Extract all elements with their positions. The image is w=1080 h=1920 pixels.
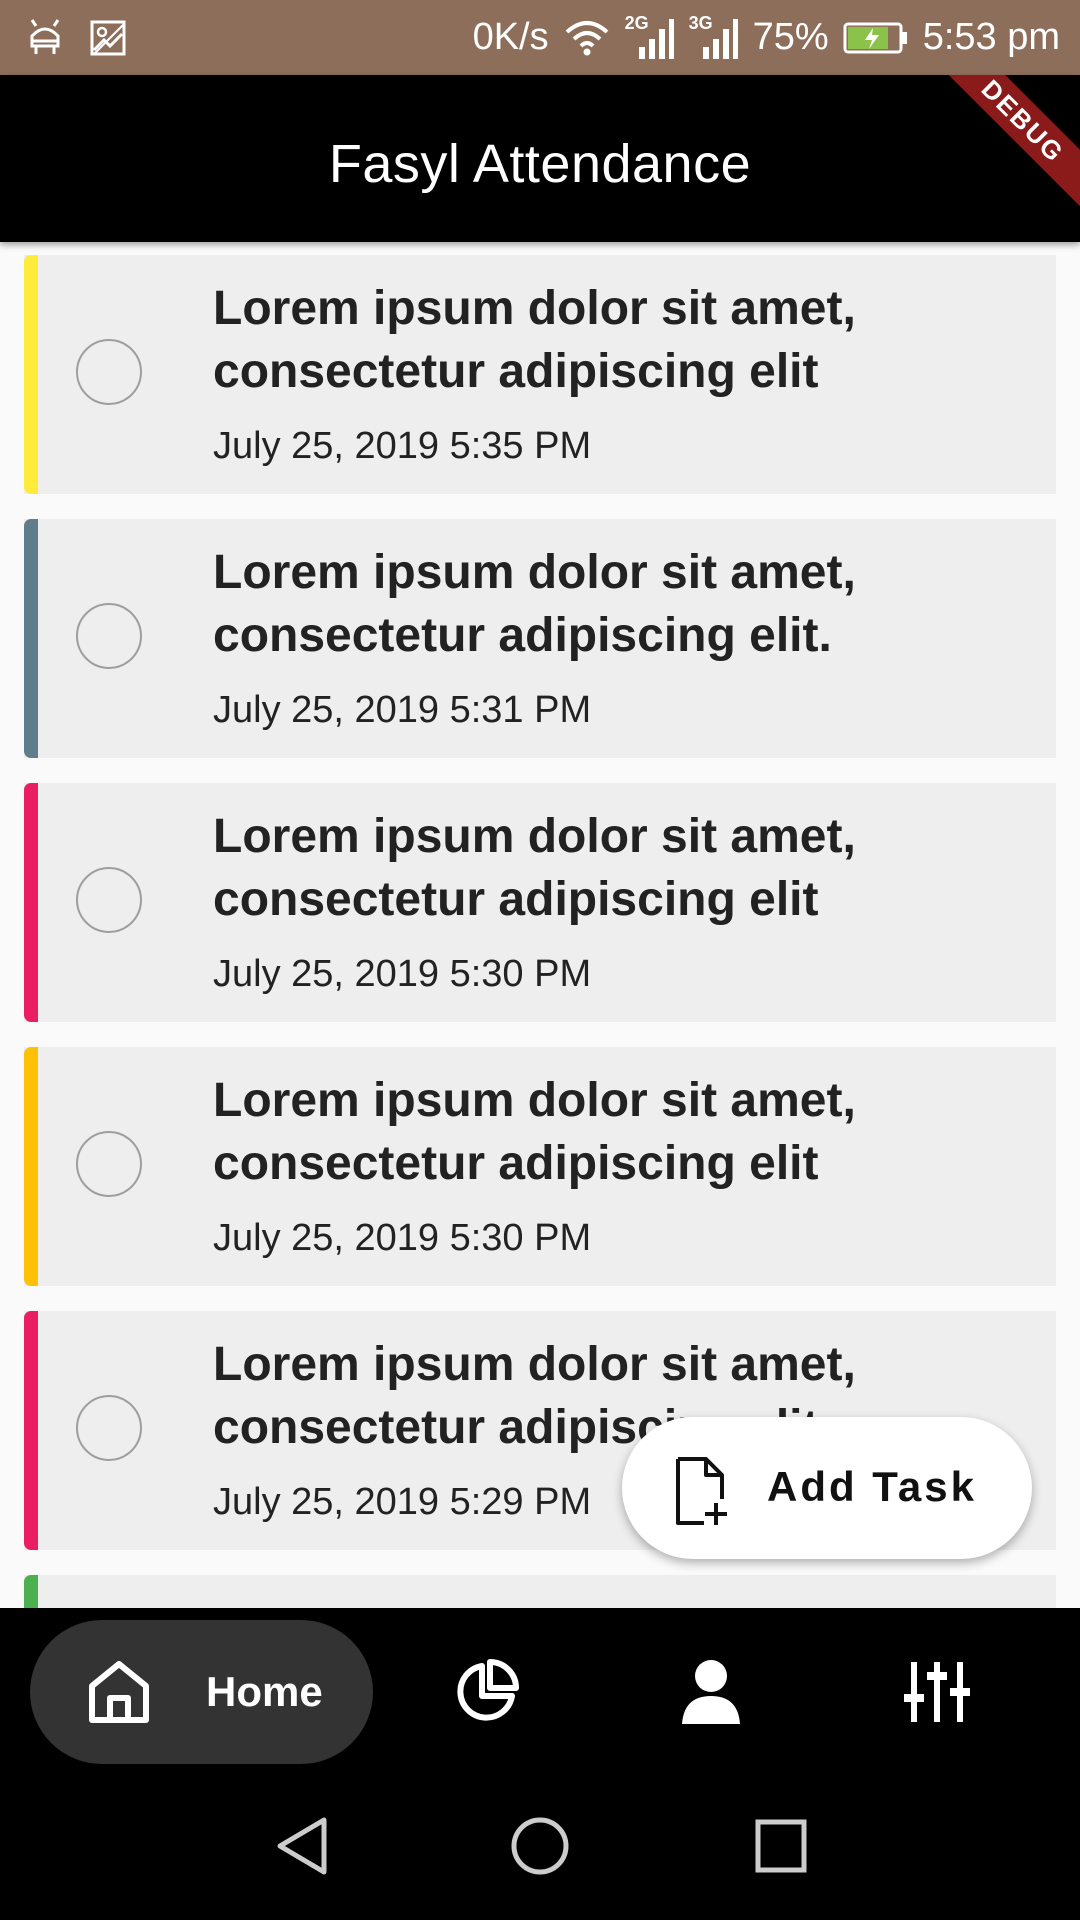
task-card[interactable]: Lorem ipsum dolor sit amet, consectetur … [24,783,1056,1022]
recents-icon[interactable] [754,1816,808,1876]
nav-home-label: Home [206,1668,323,1715]
task-color-accent [24,1311,38,1550]
android-icon [30,19,60,54]
signal-icon [638,18,674,59]
task-card[interactable]: Lorem ipsum dolor sit amet, consectetur … [24,1575,1056,1608]
image-icon [90,20,126,56]
task-title: Lorem ipsum dolor sit amet, consectetur … [213,282,856,398]
sliders-icon [904,1662,970,1722]
task-card[interactable]: Lorem ipsum dolor sit amet, consectetur … [24,1047,1056,1286]
task-complete-checkbox[interactable] [76,603,142,669]
status-left-icons [26,18,126,58]
nav-stats[interactable] [452,1658,520,1731]
task-complete-checkbox[interactable] [76,867,142,933]
app-title: Fasyl Attendance [328,133,752,194]
add-task-label: Add Task [767,1463,977,1510]
signal-icon [702,18,738,59]
task-date: July 25, 2019 5:30 PM [213,953,592,995]
debug-banner: DEBUG [927,75,1080,217]
signal-2g: 2G [625,13,675,61]
task-title: Lorem ipsum dolor sit amet, consectetur … [213,546,856,662]
task-title: Lorem ipsum dolor sit amet, consectetur … [213,1597,1013,1608]
task-title: Lorem ipsum dolor sit amet, consectetur … [213,810,856,926]
task-complete-checkbox[interactable] [76,339,142,405]
task-date: July 25, 2019 5:35 PM [213,425,592,467]
nav-home[interactable]: Home [30,1620,373,1764]
nav-profile[interactable] [680,1658,742,1731]
task-color-accent [24,255,38,494]
system-nav [0,1778,1080,1920]
nav-settings[interactable] [902,1658,972,1731]
task-color-accent [24,1047,38,1286]
task-color-accent [24,519,38,758]
battery-percent: 75% [752,16,829,58]
status-time: 5:53 pm [922,16,1060,58]
task-complete-checkbox[interactable] [76,1131,142,1197]
battery-charging-icon [843,22,907,53]
person-icon [682,1660,740,1724]
task-color-accent [24,1575,38,1608]
task-list[interactable]: Lorem ipsum dolor sit amet, consectetur … [24,255,1056,1608]
task-date: July 25, 2019 5:29 PM [213,1481,592,1523]
pie-chart-icon [457,1659,519,1721]
task-title: Lorem ipsum dolor sit amet, consectetur … [213,1074,856,1190]
app-bar: Fasyl Attendance DEBUG [0,75,1080,242]
bottom-nav: Home [0,1608,1080,1778]
task-card[interactable]: Lorem ipsum dolor sit amet, consectetur … [24,255,1056,494]
task-date: July 25, 2019 5:30 PM [213,1217,592,1259]
add-file-icon [676,1457,727,1525]
status-right: 0K/s 2G 3G 75% 5:53 pm [473,0,1060,75]
wifi-icon [565,20,608,55]
home-icon [89,1661,149,1723]
signal-3g: 3G [689,13,739,61]
net-speed: 0K/s [472,16,549,58]
task-date: July 25, 2019 5:31 PM [213,689,592,731]
task-card[interactable]: Lorem ipsum dolor sit amet, consectetur … [24,519,1056,758]
task-complete-checkbox[interactable] [76,1395,142,1461]
add-task-button[interactable]: Add Task [622,1417,1032,1559]
home-circle-icon[interactable] [510,1816,570,1876]
task-color-accent [24,783,38,1022]
status-bar: 0K/s 2G 3G 75% 5:53 pm [0,0,1080,75]
back-icon[interactable] [274,1816,328,1876]
